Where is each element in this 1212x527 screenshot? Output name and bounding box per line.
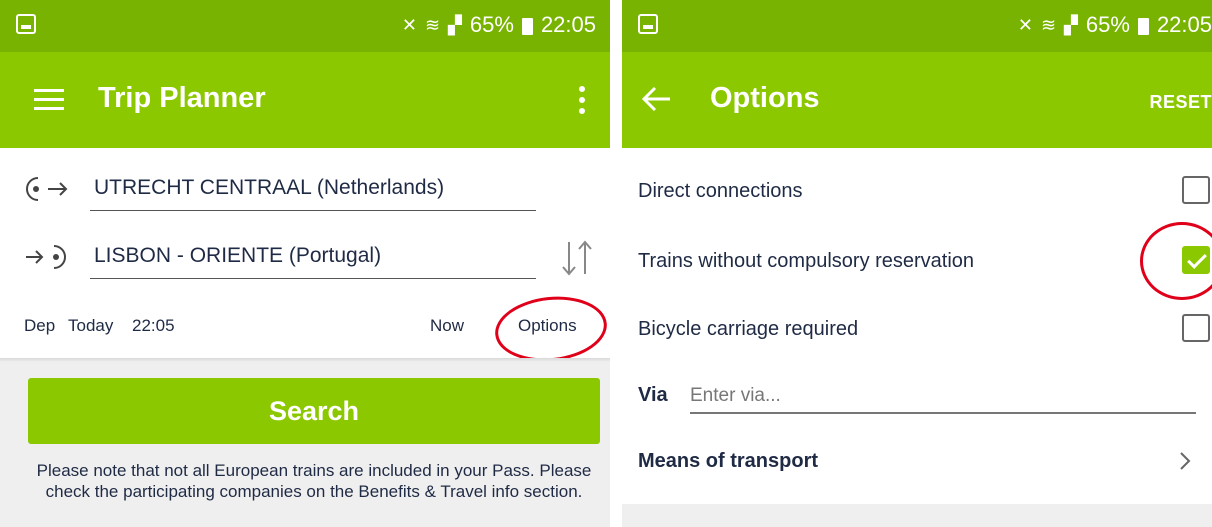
from-station-row[interactable]: UTRECHT CENTRAAL (Netherlands) [24, 168, 584, 218]
status-icons: ✕ ≋ ▞ 65% 22:05 [1018, 12, 1212, 38]
page-title: Trip Planner [98, 82, 266, 114]
mute-icon: ✕ [401, 14, 417, 35]
dep-time[interactable]: 22:05 [132, 316, 175, 336]
wifi-icon: ≋ [1040, 14, 1057, 35]
menu-icon[interactable] [34, 88, 64, 112]
trip-planner-screen: ✕ ≋ ▞ 65% 22:05 Trip Planner UTRECHT CEN… [0, 0, 610, 527]
chevron-right-icon [1180, 452, 1191, 470]
from-field-underline [90, 210, 536, 211]
screen-divider [610, 0, 622, 527]
battery-percent: 65% [469, 12, 514, 37]
battery-icon [1137, 17, 1149, 35]
gallery-notification-icon [638, 14, 658, 34]
signal-icon: ▞ [1064, 14, 1078, 35]
mute-icon: ✕ [1017, 14, 1033, 35]
option-label: Trains without compulsory reservation [638, 250, 975, 272]
arrival-station-icon [26, 245, 66, 269]
signal-icon: ▞ [448, 14, 462, 35]
option-bicycle-carriage[interactable]: Bicycle carriage required [638, 312, 1212, 352]
back-arrow-icon[interactable] [640, 84, 674, 114]
gallery-notification-icon [16, 14, 36, 34]
to-station-field[interactable]: LISBON - ORIENTE (Portugal) [94, 244, 381, 268]
dep-day[interactable]: Today [68, 316, 113, 336]
status-bar: ✕ ≋ ▞ 65% 22:05 [0, 0, 610, 52]
to-station-row[interactable]: LISBON - ORIENTE (Portugal) [24, 236, 584, 286]
dep-label: Dep [24, 316, 56, 335]
battery-percent: 65% [1085, 12, 1130, 37]
option-no-reservation[interactable]: Trains without compulsory reservation [638, 244, 1212, 284]
battery-icon [521, 17, 533, 35]
direct-connections-checkbox[interactable] [1182, 176, 1210, 204]
bicycle-carriage-checkbox[interactable] [1182, 314, 1210, 342]
options-screen: ✕ ≋ ▞ 65% 22:05 Options RESET Direct con… [622, 0, 1212, 527]
page-title: Options [710, 82, 820, 114]
via-label: Via [638, 384, 668, 406]
more-options-icon[interactable] [578, 86, 586, 114]
options-footer-area [622, 504, 1212, 527]
via-underline [690, 412, 1196, 414]
status-time: 22:05 [1156, 12, 1212, 37]
departure-station-icon [26, 177, 68, 201]
app-bar: Trip Planner [0, 52, 610, 148]
now-button[interactable]: Now [430, 316, 464, 336]
means-of-transport-label: Means of transport [638, 450, 819, 472]
checkbox-highlight-circle [1140, 222, 1212, 300]
status-icons: ✕ ≋ ▞ 65% 22:05 [402, 12, 596, 38]
reset-button[interactable]: RESET [1149, 92, 1212, 113]
option-direct-connections[interactable]: Direct connections [638, 174, 1212, 214]
means-of-transport-row[interactable]: Means of transport [638, 448, 1198, 480]
via-row: Via [638, 380, 1198, 420]
wifi-icon: ≋ [424, 14, 441, 35]
pass-note: Please note that not all European trains… [36, 461, 592, 501]
option-label: Direct connections [638, 180, 803, 202]
panel-shadow [0, 358, 610, 362]
app-bar: Options RESET [622, 52, 1212, 148]
swap-stations-icon[interactable] [555, 236, 599, 280]
from-station-field[interactable]: UTRECHT CENTRAAL (Netherlands) [94, 176, 444, 200]
status-bar: ✕ ≋ ▞ 65% 22:05 [622, 0, 1212, 52]
to-field-underline [90, 278, 536, 279]
via-input[interactable] [690, 380, 1196, 412]
search-button[interactable]: Search [28, 378, 600, 444]
options-highlight-circle [491, 291, 610, 367]
status-time: 22:05 [540, 12, 596, 37]
option-label: Bicycle carriage required [638, 318, 859, 340]
